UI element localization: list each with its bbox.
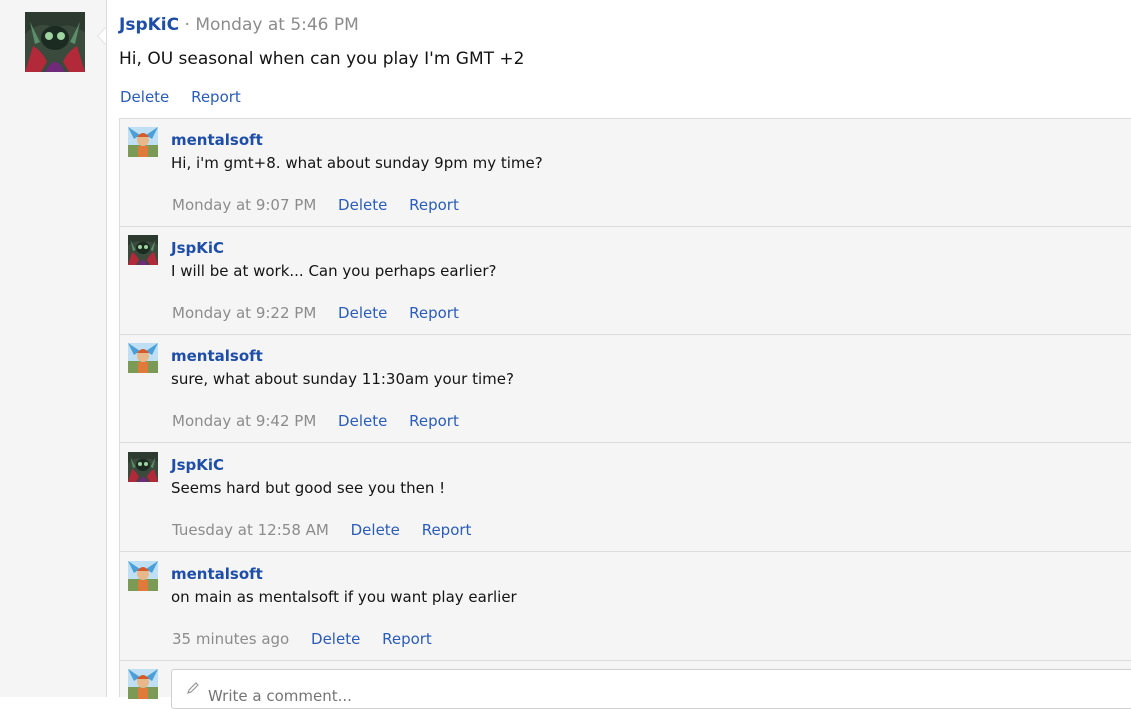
comment-item: mentalsoft Hi, i'm gmt+8. what about sun… [120,119,1131,227]
comment-time[interactable]: Monday at 9:42 PM [172,412,316,430]
comment-text: Seems hard but good see you then ! [171,479,446,497]
status-delete-link[interactable]: Delete [120,88,169,106]
comment-time[interactable]: Tuesday at 12:58 AM [172,521,329,539]
comment-item: JspKiC I will be at work... Can you perh… [120,227,1131,335]
comment-delete-link[interactable]: Delete [351,521,400,539]
separator: · [184,15,190,35]
comment-time[interactable]: 35 minutes ago [172,630,289,648]
mentalsoft-avatar[interactable] [128,127,158,157]
status-header: JspKiC · Monday at 5:46 PM [119,14,359,36]
bubble-arrow [98,28,106,44]
mentalsoft-avatar[interactable] [128,343,158,373]
comment-author-link[interactable]: mentalsoft [171,346,263,366]
comment-time[interactable]: Monday at 9:22 PM [172,304,316,322]
comment-item: JspKiC Seems hard but good see you then … [120,444,1131,552]
jspkic-avatar[interactable] [128,235,158,265]
mentalsoft-avatar[interactable] [128,561,158,591]
comment-meta: Monday at 9:42 PM Delete Report [172,411,476,431]
mentalsoft-avatar [128,669,158,699]
comment-text: I will be at work... Can you perhaps ear… [171,262,497,280]
comment-author-link[interactable]: mentalsoft [171,130,263,150]
jspkic-avatar[interactable] [25,12,85,72]
status-author-link[interactable]: JspKiC [119,15,179,35]
status-actions: Delete Report [120,87,258,107]
comment-report-link[interactable]: Report [409,196,459,214]
comment-list: mentalsoft Hi, i'm gmt+8. what about sun… [119,118,1131,709]
comment-text: sure, what about sunday 11:30am your tim… [171,370,514,388]
comment-item: mentalsoft on main as mentalsoft if you … [120,553,1131,661]
comment-item: mentalsoft sure, what about sunday 11:30… [120,335,1131,443]
reply-row [120,661,1131,709]
status-time[interactable]: Monday at 5:46 PM [195,15,359,35]
comment-meta: Monday at 9:22 PM Delete Report [172,303,476,323]
comment-meta: 35 minutes ago Delete Report [172,629,449,649]
comment-meta: Tuesday at 12:58 AM Delete Report [172,520,488,540]
comment-report-link[interactable]: Report [382,630,432,648]
comment-delete-link[interactable]: Delete [338,412,387,430]
left-column [0,0,107,697]
comment-delete-link[interactable]: Delete [311,630,360,648]
comment-input[interactable] [171,669,1131,709]
comment-report-link[interactable]: Report [422,521,472,539]
pencil-icon [187,682,199,694]
comment-text: on main as mentalsoft if you want play e… [171,588,517,606]
comment-delete-link[interactable]: Delete [338,304,387,322]
comment-text: Hi, i'm gmt+8. what about sunday 9pm my … [171,154,543,172]
comment-meta: Monday at 9:07 PM Delete Report [172,195,476,215]
comment-author-link[interactable]: mentalsoft [171,564,263,584]
comment-report-link[interactable]: Report [409,412,459,430]
jspkic-avatar[interactable] [128,452,158,482]
status-message: Hi, OU seasonal when can you play I'm GM… [119,49,525,69]
comment-report-link[interactable]: Report [409,304,459,322]
comment-author-link[interactable]: JspKiC [171,238,224,258]
comment-author-link[interactable]: JspKiC [171,455,224,475]
comment-time[interactable]: Monday at 9:07 PM [172,196,316,214]
comment-delete-link[interactable]: Delete [338,196,387,214]
status-report-link[interactable]: Report [191,88,241,106]
